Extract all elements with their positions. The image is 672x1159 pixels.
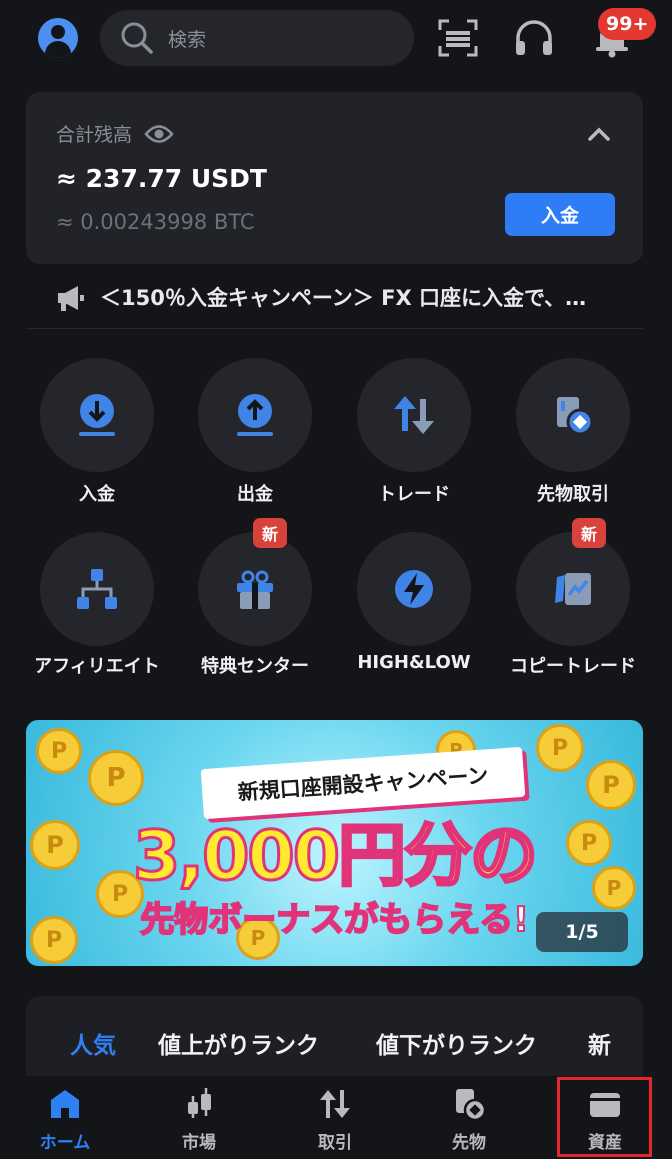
nav-futures[interactable]: 先物 [414, 1086, 524, 1153]
banner-pager: 1/5 [536, 912, 628, 952]
nav-home[interactable]: ホーム [10, 1086, 120, 1153]
tab-new[interactable]: 新 [588, 1026, 611, 1060]
headset-icon[interactable] [510, 14, 558, 62]
nav-trade[interactable]: 取引 [280, 1086, 390, 1153]
balance-usdt: ≈ 237.77 USDT [56, 164, 267, 193]
trade-arrows-icon [320, 1090, 350, 1118]
quick-futures-button[interactable] [516, 358, 630, 472]
quick-highlow-label: HIGH&LOW [357, 652, 471, 673]
network-icon [77, 569, 117, 609]
copy-trade-icon [555, 573, 591, 605]
quick-trade-button[interactable] [357, 358, 471, 472]
divider [26, 328, 643, 329]
coin-icon: P [536, 724, 584, 772]
deposit-button[interactable]: 入金 [505, 193, 615, 236]
quick-copytrade-button[interactable] [516, 532, 630, 646]
futures-icon [557, 397, 594, 436]
quick-deposit-label: 入金 [79, 484, 115, 505]
gift-icon [237, 570, 273, 609]
quick-affiliate-button[interactable] [40, 532, 154, 646]
coin-icon: P [88, 750, 144, 806]
download-icon [79, 394, 115, 436]
balance-btc: ≈ 0.00243998 BTC [56, 210, 255, 234]
lightning-icon [395, 570, 433, 608]
avatar[interactable] [38, 18, 78, 58]
upload-icon [237, 394, 273, 436]
quick-affiliate-label: アフィリエイト [34, 656, 160, 677]
megaphone-icon [58, 286, 84, 311]
nav-home-label: ホーム [39, 1133, 91, 1153]
balance-label-row: 合計残高 [56, 120, 174, 147]
notification-badge: 99+ [598, 8, 657, 40]
eye-icon[interactable] [144, 123, 174, 145]
tab-losers[interactable]: 値下がりランク [376, 1026, 537, 1060]
coin-icon: P [36, 728, 82, 774]
quick-withdraw-button[interactable] [198, 358, 312, 472]
nav-futures-label: 先物 [452, 1133, 486, 1153]
quick-futures-label: 先物取引 [537, 484, 609, 505]
announcement-text[interactable]: ＜150％入金キャンペーン＞ FX 口座に入金で、… [100, 282, 586, 312]
ranking-card [26, 996, 643, 1086]
nav-market[interactable]: 市場 [144, 1086, 254, 1153]
search-input[interactable]: 検索 [100, 10, 414, 66]
quick-rewards-label: 特典センター [201, 656, 309, 677]
search-icon [121, 22, 153, 54]
futures-icon [456, 1089, 487, 1122]
promo-banner[interactable]: P P P P P P P P P P P 新規口座開設キャンペーン 3,000… [26, 720, 643, 966]
quick-withdraw-label: 出金 [237, 484, 273, 505]
nav-trade-label: 取引 [318, 1133, 352, 1153]
search-placeholder: 検索 [168, 28, 207, 51]
new-badge: 新 [253, 518, 287, 548]
quick-copytrade-label: コピートレード [510, 656, 636, 677]
home-icon [51, 1090, 79, 1118]
quick-trade-label: トレード [378, 484, 450, 505]
tab-gainers[interactable]: 値上がりランク [158, 1026, 319, 1060]
chevron-up-icon[interactable] [586, 124, 612, 144]
quick-highlow-button[interactable] [357, 532, 471, 646]
swap-arrows-icon [394, 396, 434, 434]
nav-market-label: 市場 [182, 1133, 216, 1153]
balance-label: 合計残高 [56, 124, 133, 146]
new-badge: 新 [572, 518, 606, 548]
tab-popular[interactable]: 人気 [70, 1026, 116, 1060]
quick-rewards-button[interactable] [198, 532, 312, 646]
banner-headline: 3,000円分の [131, 816, 539, 898]
highlight-box [557, 1077, 652, 1157]
quick-deposit-button[interactable] [40, 358, 154, 472]
scan-icon[interactable] [434, 14, 482, 62]
market-candles-icon [188, 1088, 211, 1118]
